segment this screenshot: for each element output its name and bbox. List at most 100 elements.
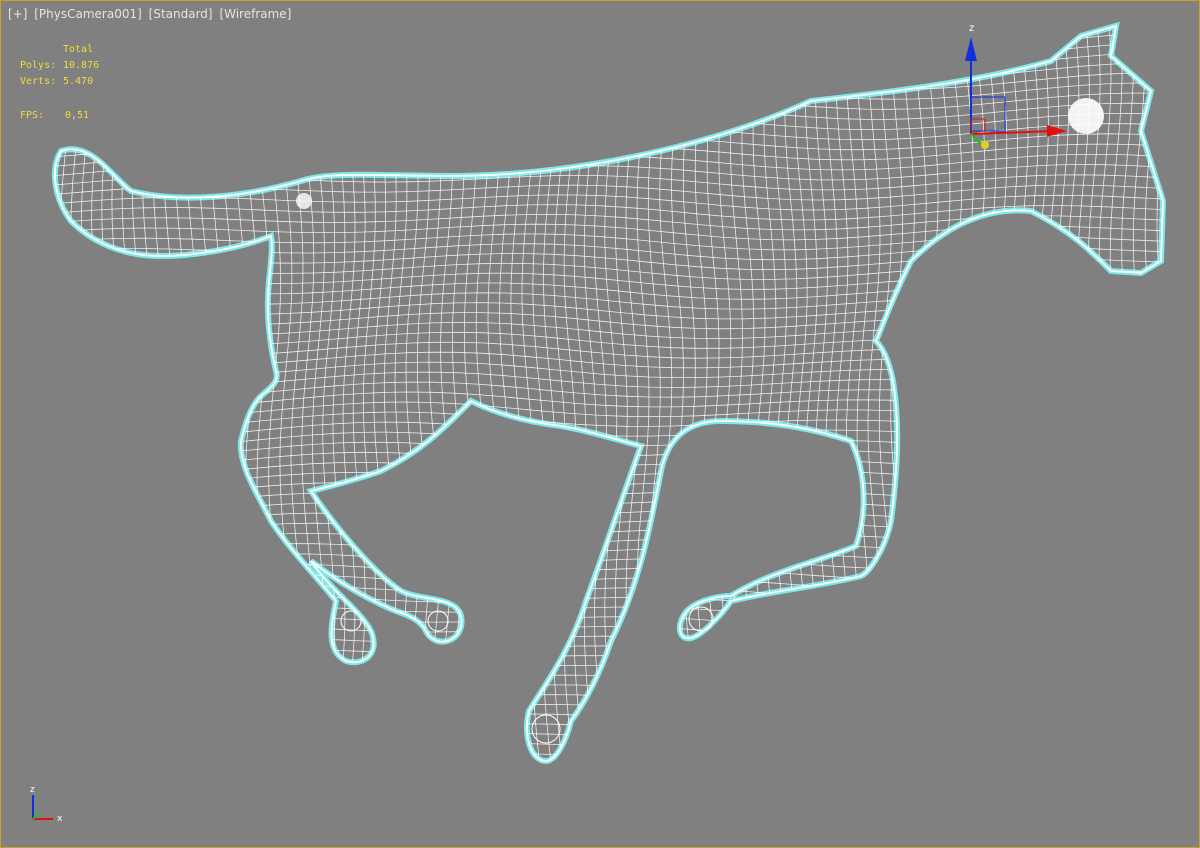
mesh-edge-line: [647, 26, 661, 761]
transform-gizmo[interactable]: z: [959, 19, 1069, 159]
mesh-edge-line: [1169, 1, 1181, 841]
mesh-edge-line: [54, 482, 1163, 500]
mesh-edge-line: [659, 26, 673, 761]
mesh-edge-line: [54, 723, 1163, 741]
mesh-edge-line: [197, 26, 211, 761]
mesh-edge-line: [54, 752, 1163, 761]
mesh-edge-line: [54, 743, 1163, 761]
mesh-edge-line: [856, 26, 870, 761]
gizmo-plane-handle[interactable]: [970, 96, 1006, 132]
mesh-edge-line: [54, 492, 1163, 510]
mesh-edge-line: [54, 272, 1163, 290]
mesh-edge-line: [131, 26, 145, 761]
mesh-edge-line: [54, 451, 1163, 469]
gizmo-center-handle[interactable]: [981, 141, 989, 149]
viewport-perspective[interactable]: [+] [PhysCamera001] [Standard] [Wirefram…: [0, 0, 1200, 848]
mesh-edge-line: [1, 783, 1177, 799]
tail-root-detail: [296, 193, 312, 209]
mesh-edge-line: [671, 26, 684, 761]
mesh-edge-line: [362, 26, 376, 761]
mesh-edge-line: [54, 664, 1163, 681]
mesh-edge-line: [901, 26, 915, 761]
mesh-edge-line: [111, 26, 125, 761]
mesh-edge-line: [221, 26, 234, 761]
hoof-mesh-detail: [340, 610, 362, 632]
mesh-edge-line: [1, 763, 1177, 779]
mesh-edge-line: [54, 381, 1163, 398]
hoof-mesh-detail: [427, 610, 449, 632]
mesh-edge-line: [59, 26, 73, 761]
mesh-edge-line: [394, 26, 408, 761]
mesh-edge-line: [101, 26, 115, 761]
mesh-edge-line: [268, 26, 282, 761]
mesh-edge-line: [475, 26, 489, 761]
mesh-edge-line: [54, 26, 62, 761]
mesh-edge-line: [1109, 26, 1123, 761]
mesh-edge-line: [54, 371, 1163, 388]
mesh-edge-line: [499, 26, 512, 761]
gizmo-z-label: z: [969, 23, 974, 34]
mesh-edge-line: [54, 472, 1163, 490]
mesh-edge-line: [54, 223, 1163, 241]
mesh-edge-line: [428, 26, 442, 761]
mesh-edge-line: [54, 502, 1163, 520]
mesh-edge-line: [54, 331, 1163, 349]
mesh-edge-line: [54, 532, 1163, 551]
mesh-edge-line: [1156, 26, 1163, 761]
mesh-edge-line: [1, 3, 1177, 19]
mesh-edge-line: [416, 26, 430, 761]
corner-z-label: z: [30, 785, 35, 795]
mesh-edge-line: [54, 613, 1163, 631]
mesh-edge-line: [80, 26, 94, 761]
mesh-edge-line: [1098, 26, 1112, 761]
mesh-edge-line: [54, 282, 1163, 300]
mesh-edge-line: [54, 552, 1163, 571]
mesh-edge-line: [174, 26, 188, 761]
corner-x-label: x: [57, 814, 63, 824]
mesh-edge-line: [1, 773, 1177, 789]
mesh-edge-line: [290, 26, 304, 761]
mesh-edge-line: [54, 633, 1163, 651]
mesh-edge-line: [54, 542, 1163, 561]
gizmo-z-arrowhead[interactable]: [965, 37, 977, 61]
mesh-edge-line: [54, 703, 1163, 721]
eye-mesh-detail: [1068, 98, 1104, 134]
mesh-edge-line: [625, 26, 639, 761]
mesh-edge-line: [383, 26, 397, 761]
mesh-edge-line: [121, 26, 135, 761]
mesh-edge-line: [91, 26, 105, 761]
mesh-edge-line: [373, 26, 387, 761]
mesh-edge-line: [54, 262, 1163, 280]
mesh-edge-line: [54, 713, 1163, 731]
mesh-edge-line: [814, 26, 828, 761]
view-axis-tripod: z x: [30, 785, 63, 824]
mesh-edge-line: [54, 213, 1163, 231]
mesh-edge-line: [553, 26, 567, 761]
mesh-edge-line: [38, 1, 50, 841]
mesh-edge-line: [1144, 26, 1158, 761]
mesh-edge-line: [209, 26, 223, 761]
mesh-edge-line: [845, 26, 859, 761]
mesh-edge-line: [54, 511, 1163, 530]
mesh-edge-line: [54, 321, 1163, 340]
gizmo-x-arrowhead[interactable]: [1047, 125, 1067, 137]
mesh-edge-line: [54, 441, 1163, 459]
mesh-edge-line: [54, 351, 1163, 369]
mesh-edge-line: [54, 361, 1163, 378]
mesh-edge-line: [54, 302, 1163, 320]
mesh-edge-line: [54, 644, 1163, 661]
mesh-edge-line: [54, 341, 1163, 359]
mesh-edge-line: [54, 562, 1163, 581]
mesh-edge-line: [825, 26, 839, 761]
mesh-edge-line: [185, 26, 199, 761]
mesh-edge-line: [54, 292, 1163, 310]
mesh-edge-line: [54, 623, 1163, 641]
mesh-edge-line: [405, 26, 419, 761]
mesh-edge-line: [54, 233, 1163, 251]
mesh-edge-line: [54, 654, 1163, 671]
mesh-edge-line: [487, 26, 501, 761]
mesh-edge-line: [464, 26, 477, 761]
mesh-edge-line: [913, 26, 927, 761]
mesh-edge-line: [636, 26, 650, 761]
mesh-edge-line: [163, 26, 177, 761]
